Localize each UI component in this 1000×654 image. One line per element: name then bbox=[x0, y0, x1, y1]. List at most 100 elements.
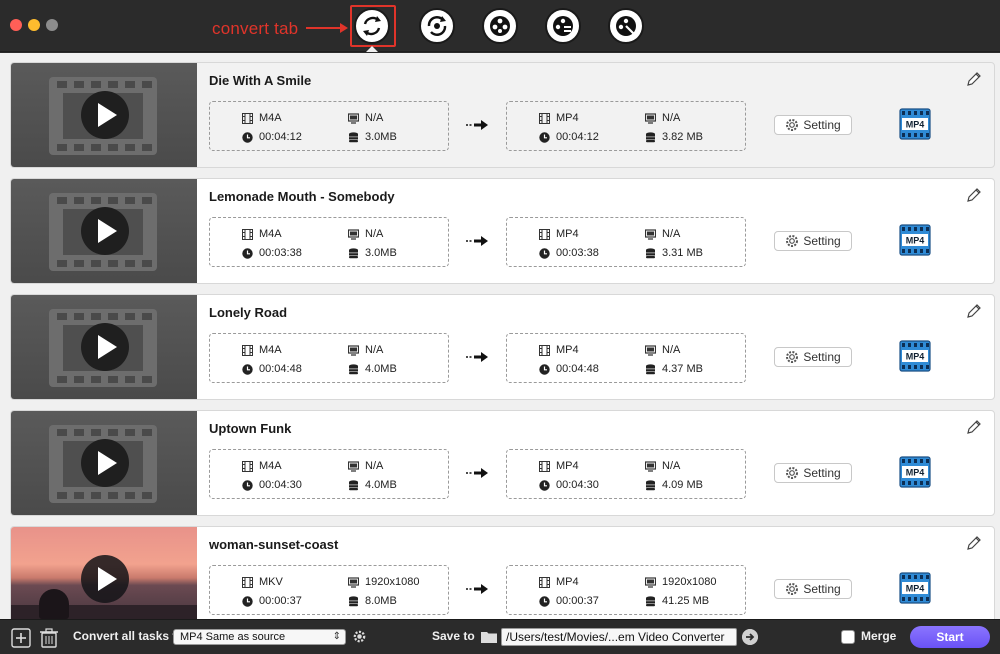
toolbox-icon bbox=[616, 16, 636, 36]
source-duration: 00:04:30 bbox=[259, 479, 302, 491]
mp4-format-icon[interactable]: MP4 bbox=[899, 340, 931, 372]
pencil-icon[interactable] bbox=[966, 303, 982, 319]
annotation-arrow-icon bbox=[306, 23, 348, 33]
gear-icon bbox=[786, 467, 799, 479]
task-title: Lemonade Mouth - Somebody bbox=[209, 189, 395, 204]
task-row[interactable]: Uptown Funk M4A N/A 00:04:30 4.0MB MP4 N… bbox=[10, 410, 995, 516]
active-tab-pointer bbox=[366, 46, 378, 52]
video-thumbnail[interactable] bbox=[11, 179, 197, 283]
play-icon[interactable] bbox=[81, 207, 129, 255]
trash-icon[interactable] bbox=[39, 628, 59, 648]
source-duration: 00:04:12 bbox=[259, 131, 302, 143]
pencil-icon[interactable] bbox=[966, 535, 982, 551]
tab-record[interactable] bbox=[482, 8, 518, 44]
save-path-field[interactable]: /Users/test/Movies/...em Video Converter bbox=[501, 628, 737, 646]
output-duration: 00:00:37 bbox=[556, 595, 599, 607]
output-size: 41.25 MB bbox=[662, 595, 710, 607]
monitor-icon bbox=[645, 228, 656, 240]
download-icon bbox=[427, 16, 447, 36]
task-row[interactable]: woman-sunset-coast MKV 1920x1080 00:00:3… bbox=[10, 526, 995, 619]
convert-all-label: Convert all tasks to bbox=[73, 629, 184, 643]
storage-icon bbox=[646, 363, 655, 374]
film-strip-icon bbox=[242, 344, 253, 356]
mp4-format-icon[interactable]: MP4 bbox=[899, 572, 931, 604]
output-duration: 00:04:12 bbox=[556, 131, 599, 143]
monitor-icon bbox=[348, 460, 359, 472]
folder-icon[interactable] bbox=[481, 630, 497, 643]
output-info-box[interactable]: MP4 1920x1080 00:00:37 41.25 MB bbox=[506, 565, 746, 615]
setting-button[interactable]: Setting bbox=[774, 115, 852, 135]
video-thumbnail[interactable] bbox=[11, 527, 197, 619]
clock-icon bbox=[539, 363, 550, 375]
convert-arrow-icon bbox=[466, 352, 488, 362]
task-row[interactable]: Die With A Smile M4A N/A 00:04:12 3.0MB … bbox=[10, 62, 995, 168]
svg-text:MP4: MP4 bbox=[906, 468, 925, 478]
merge-checkbox[interactable] bbox=[841, 630, 855, 644]
setting-button[interactable]: Setting bbox=[774, 579, 852, 599]
source-size: 8.0MB bbox=[365, 595, 397, 607]
setting-label: Setting bbox=[803, 582, 841, 596]
clock-icon bbox=[539, 247, 550, 259]
convert-arrow-icon bbox=[466, 468, 488, 478]
output-duration: 00:04:48 bbox=[556, 363, 599, 375]
clock-icon bbox=[242, 595, 253, 607]
setting-button[interactable]: Setting bbox=[774, 463, 852, 483]
video-thumbnail[interactable] bbox=[11, 411, 197, 515]
tab-toolbox[interactable] bbox=[608, 8, 644, 44]
minimize-window-button[interactable] bbox=[28, 19, 40, 31]
source-resolution: N/A bbox=[365, 112, 384, 124]
tab-convert[interactable] bbox=[354, 8, 390, 44]
output-info-box[interactable]: MP4 N/A 00:04:12 3.82 MB bbox=[506, 101, 746, 151]
close-window-button[interactable] bbox=[10, 19, 22, 31]
source-info-box: M4A N/A 00:04:12 3.0MB bbox=[209, 101, 449, 151]
source-format: M4A bbox=[259, 344, 282, 356]
gear-icon bbox=[786, 119, 799, 131]
video-thumbnail[interactable] bbox=[11, 63, 197, 167]
setting-button[interactable]: Setting bbox=[774, 347, 852, 367]
setting-button[interactable]: Setting bbox=[774, 231, 852, 251]
monitor-icon bbox=[348, 344, 359, 356]
mp4-format-icon[interactable]: MP4 bbox=[899, 224, 931, 256]
play-icon[interactable] bbox=[81, 91, 129, 139]
pencil-icon[interactable] bbox=[966, 187, 982, 203]
storage-icon bbox=[646, 595, 655, 606]
convert-icon bbox=[363, 16, 381, 36]
monitor-icon bbox=[645, 576, 656, 588]
output-info-box[interactable]: MP4 N/A 00:03:38 3.31 MB bbox=[506, 217, 746, 267]
source-resolution: N/A bbox=[365, 228, 384, 240]
task-row[interactable]: Lemonade Mouth - Somebody M4A N/A 00:03:… bbox=[10, 178, 995, 284]
task-title: Lonely Road bbox=[209, 305, 288, 320]
pencil-icon[interactable] bbox=[966, 71, 982, 87]
mp4-format-icon[interactable]: MP4 bbox=[899, 456, 931, 488]
mp4-format-icon[interactable]: MP4 bbox=[899, 108, 931, 140]
open-folder-arrow-icon[interactable] bbox=[742, 629, 758, 645]
gear-icon bbox=[786, 583, 799, 595]
output-info-box[interactable]: MP4 N/A 00:04:30 4.09 MB bbox=[506, 449, 746, 499]
svg-text:MP4: MP4 bbox=[906, 236, 925, 246]
convert-all-select[interactable]: MP4 Same as source bbox=[173, 629, 346, 645]
play-icon[interactable] bbox=[81, 555, 129, 603]
film-strip-icon bbox=[539, 576, 550, 588]
task-row[interactable]: Lonely Road M4A N/A 00:04:48 4.0MB MP4 N… bbox=[10, 294, 995, 400]
output-format: MP4 bbox=[556, 576, 579, 588]
gear-icon[interactable] bbox=[352, 629, 367, 644]
tab-edit[interactable] bbox=[545, 8, 581, 44]
source-size: 4.0MB bbox=[365, 479, 397, 491]
task-title: woman-sunset-coast bbox=[209, 537, 339, 552]
output-info-box[interactable]: MP4 N/A 00:04:48 4.37 MB bbox=[506, 333, 746, 383]
storage-icon bbox=[349, 247, 358, 258]
task-title: Die With A Smile bbox=[209, 73, 312, 88]
monitor-icon bbox=[348, 576, 359, 588]
setting-label: Setting bbox=[803, 118, 841, 132]
pencil-icon[interactable] bbox=[966, 419, 982, 435]
video-thumbnail[interactable] bbox=[11, 295, 197, 399]
gear-icon bbox=[786, 235, 799, 247]
start-button[interactable]: Start bbox=[910, 626, 990, 648]
play-icon[interactable] bbox=[81, 323, 129, 371]
play-icon[interactable] bbox=[81, 439, 129, 487]
source-info-box: M4A N/A 00:04:30 4.0MB bbox=[209, 449, 449, 499]
zoom-window-button[interactable] bbox=[46, 19, 58, 31]
title-bar: convert tab bbox=[0, 0, 1000, 52]
add-file-icon[interactable] bbox=[11, 628, 31, 648]
tab-download[interactable] bbox=[419, 8, 455, 44]
